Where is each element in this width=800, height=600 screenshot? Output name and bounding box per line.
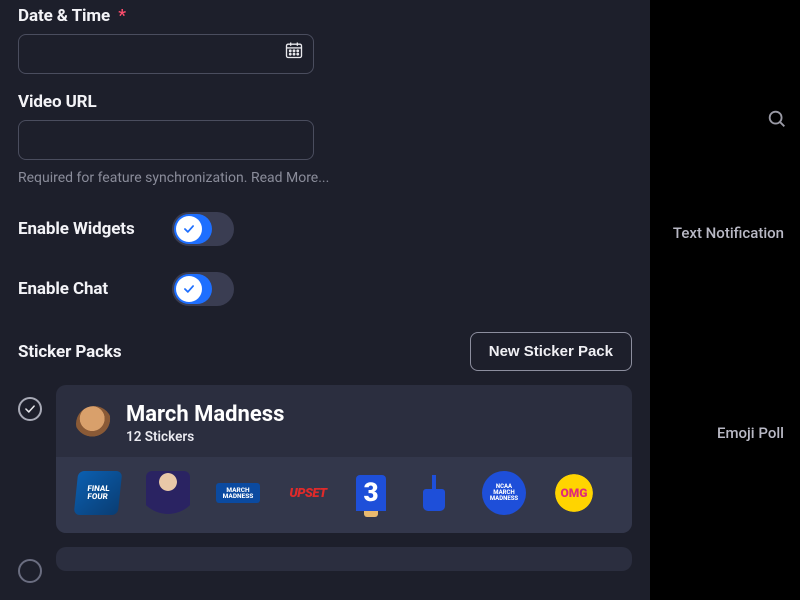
- enable-widgets-toggle[interactable]: [172, 212, 234, 246]
- video-url-read-more-link[interactable]: Read More...: [251, 170, 329, 186]
- sticker-ncaa-badge[interactable]: NCAA MARCH MADNESS: [482, 471, 526, 515]
- video-url-input[interactable]: [18, 120, 314, 160]
- pack-select-radio[interactable]: [18, 397, 42, 421]
- side-text-notification[interactable]: Text Notification: [673, 224, 784, 242]
- datetime-label: Date & Time *: [18, 6, 632, 26]
- sticker-player-yell[interactable]: [146, 471, 190, 515]
- datetime-label-text: Date & Time: [18, 6, 110, 26]
- sticker-packs-label: Sticker Packs: [18, 342, 121, 362]
- video-url-helper-text: Required for feature synchronization.: [18, 170, 247, 186]
- pack-header: March Madness 12 Stickers: [56, 385, 632, 457]
- enable-chat-toggle[interactable]: [172, 272, 234, 306]
- settings-panel: Date & Time * Video URL Required for fea…: [0, 0, 650, 600]
- toggle-knob: [176, 276, 202, 302]
- pack-select-radio[interactable]: [18, 559, 42, 583]
- sticker-foam-three[interactable]: 3: [356, 475, 386, 511]
- sticker-pack-row: [18, 547, 632, 583]
- sticker-final-four[interactable]: FINAL FOUR: [74, 471, 123, 515]
- sticker-march-madness-logo[interactable]: MARCH MADNESS: [216, 483, 260, 503]
- toggle-row-chat: Enable Chat: [18, 272, 632, 306]
- sticker-pack-row: March Madness 12 Stickers FINAL FOUR MAR…: [18, 385, 632, 533]
- field-datetime: Date & Time *: [18, 6, 632, 74]
- sticker-pack-card[interactable]: [56, 547, 632, 571]
- video-url-label: Video URL: [18, 92, 632, 112]
- video-url-helper: Required for feature synchronization. Re…: [18, 170, 632, 186]
- toggle-row-widgets: Enable Widgets: [18, 212, 632, 246]
- sticker-pack-card[interactable]: March Madness 12 Stickers FINAL FOUR MAR…: [56, 385, 632, 533]
- search-icon[interactable]: [766, 108, 788, 130]
- new-sticker-pack-button[interactable]: New Sticker Pack: [470, 332, 632, 371]
- datetime-input[interactable]: [18, 34, 314, 74]
- enable-widgets-label: Enable Widgets: [18, 219, 138, 239]
- sticker-foam-finger[interactable]: [412, 471, 456, 515]
- toggle-knob: [176, 216, 202, 242]
- side-emoji-poll[interactable]: Emoji Poll: [717, 424, 784, 442]
- pack-title: March Madness: [126, 403, 284, 427]
- sticker-strip: FINAL FOUR MARCH MADNESS UPSET 3 NCAA MA…: [56, 457, 632, 533]
- enable-chat-label: Enable Chat: [18, 279, 138, 299]
- required-mark: *: [118, 6, 126, 26]
- field-video-url: Video URL Required for feature synchroni…: [18, 92, 632, 186]
- sticker-upset[interactable]: UPSET: [286, 471, 330, 515]
- sticker-packs-header: Sticker Packs New Sticker Pack: [18, 332, 632, 371]
- sticker-omg[interactable]: OMG: [552, 471, 596, 515]
- calendar-icon[interactable]: [284, 40, 304, 60]
- pack-avatar: [76, 406, 112, 442]
- pack-count: 12 Stickers: [126, 429, 284, 445]
